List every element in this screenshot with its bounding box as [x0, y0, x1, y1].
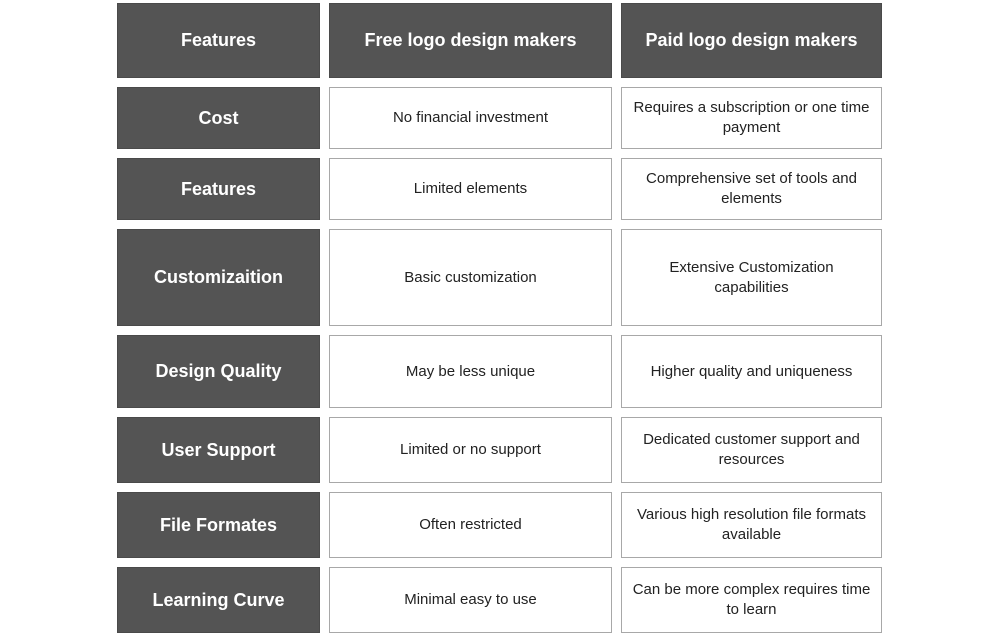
free-cell: Minimal easy to use	[329, 567, 612, 633]
row-label: File Formates	[117, 492, 320, 558]
row-label: Cost	[117, 87, 320, 149]
free-cell: Often restricted	[329, 492, 612, 558]
free-cell: May be less unique	[329, 335, 612, 408]
paid-cell: Dedicated customer support and resources	[621, 417, 882, 483]
paid-cell: Can be more complex requires time to lea…	[621, 567, 882, 633]
free-cell: Limited elements	[329, 158, 612, 220]
row-label: User Support	[117, 417, 320, 483]
row-label: Customizaition	[117, 229, 320, 326]
free-cell: Basic customization	[329, 229, 612, 326]
free-cell: Limited or no support	[329, 417, 612, 483]
paid-cell: Various high resolution file formats ava…	[621, 492, 882, 558]
paid-cell: Extensive Customization capabilities	[621, 229, 882, 326]
paid-cell: Requires a subscription or one time paym…	[621, 87, 882, 149]
row-label: Learning Curve	[117, 567, 320, 633]
header-features: Features	[117, 3, 320, 78]
paid-cell: Higher quality and uniqueness	[621, 335, 882, 408]
row-label: Design Quality	[117, 335, 320, 408]
row-label: Features	[117, 158, 320, 220]
header-paid-makers: Paid logo design makers	[621, 3, 882, 78]
free-cell: No financial investment	[329, 87, 612, 149]
header-free-makers: Free logo design makers	[329, 3, 612, 78]
paid-cell: Comprehensive set of tools and elements	[621, 158, 882, 220]
